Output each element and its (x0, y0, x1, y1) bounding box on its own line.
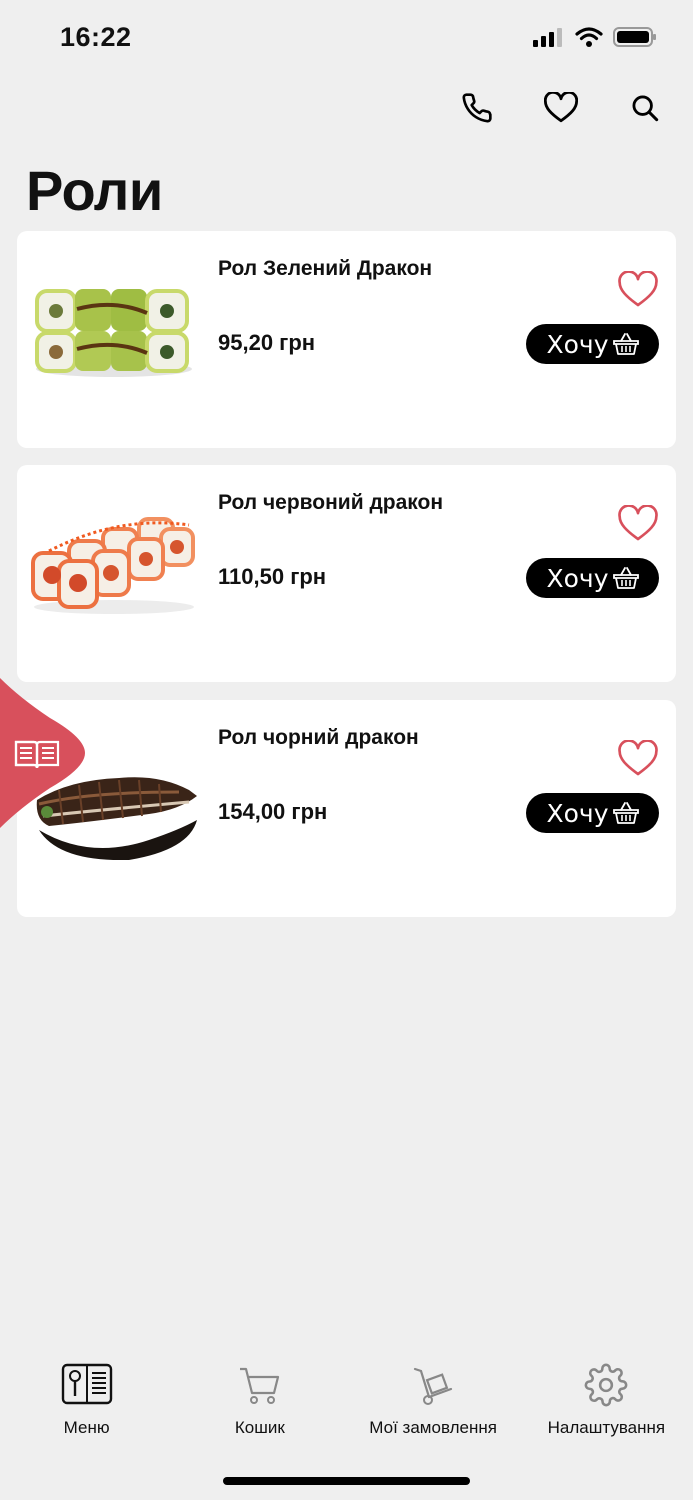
want-button[interactable]: Хочу (526, 324, 659, 364)
menu-book-icon (61, 1363, 112, 1405)
phone-button[interactable] (459, 90, 495, 126)
bottom-tab-bar: Меню Кошик Мої замовлення Налаштування (0, 1360, 693, 1450)
basket-icon (612, 567, 639, 589)
red-dragon-roll-image (31, 517, 195, 614)
basket-icon (612, 333, 639, 355)
favorite-heart-icon[interactable] (618, 740, 658, 778)
product-card[interactable]: Рол червоний дракон 110,50 грн Хочу (17, 465, 676, 682)
green-dragon-roll-image (35, 289, 192, 377)
favorites-button[interactable] (543, 90, 579, 126)
product-price: 154,00 грн (218, 799, 328, 824)
hand-truck-icon (414, 1367, 453, 1405)
home-indicator (223, 1477, 470, 1485)
basket-icon (612, 802, 639, 824)
page-title: Роли (26, 159, 163, 222)
product-card[interactable]: Рол чорний дракон 154,00 грн Хочу (17, 700, 676, 917)
want-button[interactable]: Хочу (526, 558, 659, 598)
search-icon (632, 95, 659, 122)
product-name: Рол червоний дракон (218, 491, 444, 514)
status-icons (533, 26, 657, 48)
heart-icon (544, 92, 578, 123)
top-actions (459, 90, 663, 126)
want-button-label: Хочу (546, 798, 609, 828)
search-button[interactable] (627, 90, 663, 126)
favorite-heart-icon[interactable] (618, 271, 658, 309)
signal-icon (533, 28, 562, 47)
wifi-icon (575, 27, 603, 47)
product-name: Рол чорний дракон (218, 726, 419, 749)
side-menu-tab[interactable] (0, 678, 90, 828)
tab-settings[interactable]: Налаштування (520, 1360, 693, 1450)
battery-icon (613, 27, 656, 47)
want-button-label: Хочу (546, 329, 609, 359)
tab-menu[interactable]: Меню (0, 1360, 173, 1450)
product-price: 110,50 грн (218, 564, 327, 589)
phone-icon (462, 93, 492, 123)
want-button[interactable]: Хочу (526, 793, 659, 833)
cart-icon (239, 1367, 279, 1404)
status-time: 16:22 (60, 22, 132, 52)
tab-my-orders[interactable]: Мої замовлення (347, 1360, 520, 1450)
favorite-heart-icon[interactable] (618, 505, 658, 543)
status-bar: 16:22 (0, 0, 693, 76)
product-name: Рол Зелений Дракон (218, 257, 433, 280)
tab-my-orders-label: Мої замовлення (369, 1418, 497, 1437)
product-price: 95,20 грн (218, 330, 316, 355)
tab-menu-label: Меню (63, 1418, 110, 1437)
want-button-label: Хочу (546, 563, 609, 593)
tab-settings-label: Налаштування (547, 1418, 666, 1437)
gear-icon (584, 1363, 628, 1407)
tab-cart-label: Кошик (234, 1418, 285, 1437)
product-card[interactable]: Рол Зелений Дракон 95,20 грн Хочу (17, 231, 676, 448)
tab-cart[interactable]: Кошик (173, 1360, 346, 1450)
